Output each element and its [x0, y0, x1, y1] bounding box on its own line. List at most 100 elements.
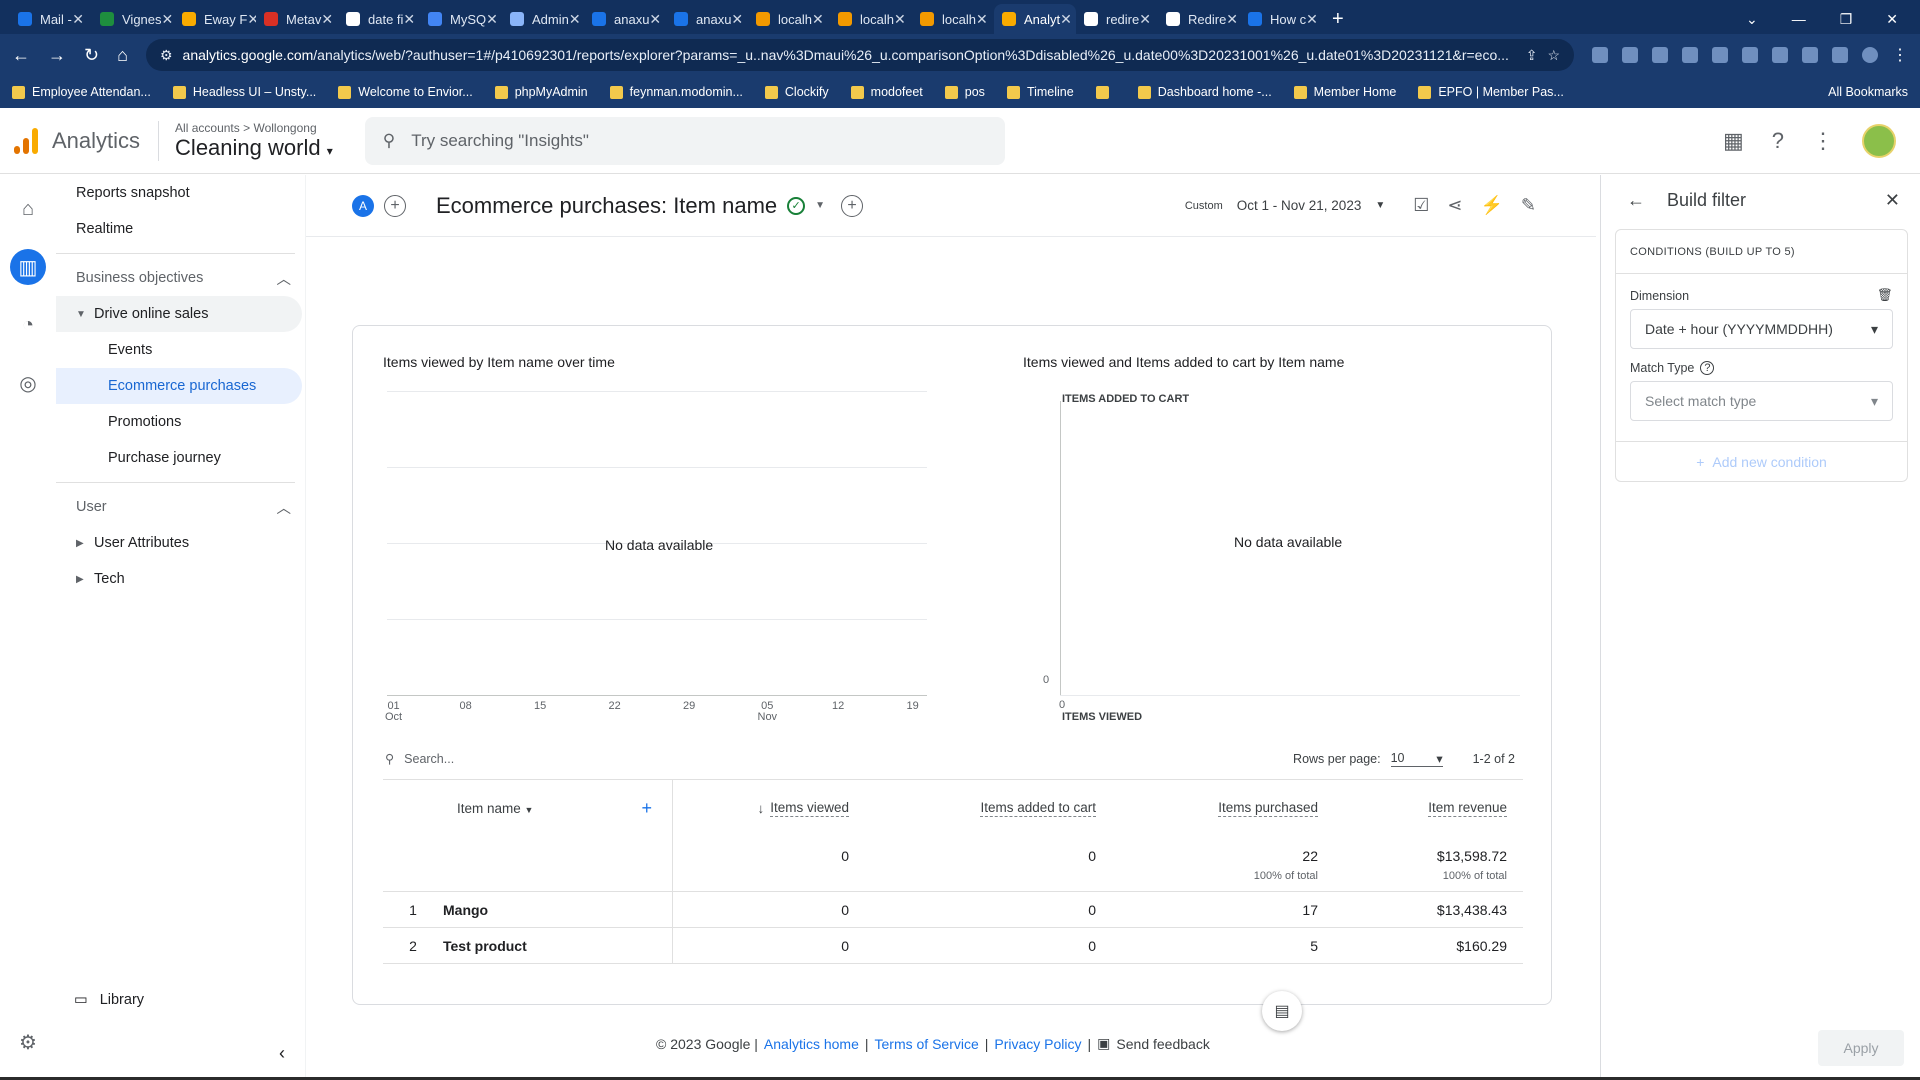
- sidenav-group-tech[interactable]: ▶ Tech: [56, 561, 305, 597]
- browser-tab[interactable]: Metav ✕: [256, 4, 338, 34]
- sidenav-group-drive-online-sales[interactable]: ▼ Drive online sales: [56, 296, 302, 332]
- forward-icon[interactable]: →: [48, 45, 66, 66]
- tab-close-icon[interactable]: ✕: [162, 11, 174, 28]
- extension-icon[interactable]: [1742, 47, 1758, 63]
- home-icon[interactable]: ⌂: [117, 45, 128, 66]
- match-type-select[interactable]: Select match type ▾: [1630, 381, 1893, 421]
- add-dimension-icon[interactable]: +: [641, 798, 652, 819]
- rows-per-page-select[interactable]: 10 ▾: [1390, 751, 1443, 767]
- tab-close-icon[interactable]: ✕: [1306, 11, 1318, 28]
- tab-close-icon[interactable]: ✕: [321, 11, 333, 28]
- dimension-select[interactable]: Date + hour (YYYYMMDDHH) ▾: [1630, 309, 1893, 349]
- extension-icon[interactable]: [1772, 47, 1788, 63]
- extension-icon[interactable]: [1592, 47, 1608, 63]
- library-link[interactable]: ▭ Library: [74, 992, 144, 1008]
- apps-grid-icon[interactable]: ▦: [1723, 128, 1744, 154]
- back-arrow-icon[interactable]: ←: [1627, 190, 1645, 211]
- browser-tab[interactable]: MySQ ✕: [420, 4, 502, 34]
- table-row[interactable]: 1 Mango 0 0 17 $13,438.43: [383, 892, 1523, 928]
- edit-pencil-icon[interactable]: ✎: [1521, 195, 1536, 216]
- reload-icon[interactable]: ↻: [84, 45, 99, 66]
- tab-close-icon[interactable]: ✕: [486, 11, 498, 28]
- bookmark-item[interactable]: [1095, 85, 1116, 99]
- tab-close-icon[interactable]: ✕: [247, 11, 256, 28]
- avatar[interactable]: [1862, 123, 1896, 158]
- extension-icon[interactable]: [1682, 47, 1698, 63]
- browser-tab[interactable]: date fi ✕: [338, 4, 420, 34]
- check-circle-icon[interactable]: ✓: [787, 196, 806, 215]
- bookmark-item[interactable]: Member Home: [1293, 85, 1396, 99]
- customize-icon[interactable]: ☑: [1413, 195, 1429, 216]
- browser-tab[interactable]: localh ✕: [912, 4, 994, 34]
- explore-icon[interactable]: ◔: [10, 307, 46, 343]
- profile-icon[interactable]: [1862, 47, 1878, 63]
- tab-close-icon[interactable]: ✕: [403, 11, 415, 28]
- menu-kebab-icon[interactable]: ⋮: [1892, 45, 1908, 65]
- insights-icon[interactable]: ⚡: [1480, 195, 1502, 216]
- url-field[interactable]: ⚙ analytics.google.com/analytics/web/?au…: [145, 39, 1574, 71]
- sidenav-item-reports-snapshot[interactable]: Reports snapshot: [56, 175, 305, 211]
- tab-close-icon[interactable]: ✕: [72, 11, 84, 28]
- sidenav-item-events[interactable]: Events: [56, 332, 305, 368]
- window-close-icon[interactable]: ✕: [1886, 11, 1898, 28]
- browser-tab[interactable]: localh ✕: [748, 4, 830, 34]
- back-icon[interactable]: ←: [12, 45, 30, 66]
- tab-search-icon[interactable]: ⌄: [1746, 11, 1758, 28]
- sidenav-item-realtime[interactable]: Realtime: [56, 211, 305, 247]
- new-tab-button[interactable]: +: [1332, 4, 1344, 34]
- col-item-name[interactable]: Item name ▼ +: [383, 780, 673, 836]
- caret-down-icon[interactable]: ▼: [815, 200, 825, 211]
- bookmark-item[interactable]: EPFO | Member Pas...: [1418, 85, 1564, 99]
- sidenav-item-purchase-journey[interactable]: Purchase journey: [56, 440, 305, 476]
- add-condition-button[interactable]: + Add new condition: [1616, 441, 1907, 481]
- minimize-icon[interactable]: —: [1792, 11, 1806, 27]
- add-comparison-icon[interactable]: +: [384, 194, 406, 217]
- help-icon[interactable]: ?: [1772, 128, 1784, 154]
- browser-tab[interactable]: How c ✕: [1240, 4, 1322, 34]
- tab-close-icon[interactable]: ✕: [1139, 11, 1151, 28]
- browser-tab[interactable]: anaxu ✕: [666, 4, 748, 34]
- footer-link-terms[interactable]: Terms of Service: [875, 1036, 979, 1052]
- advertising-icon[interactable]: ◎: [10, 365, 46, 401]
- browser-tab[interactable]: Mail - ✕: [10, 4, 92, 34]
- add-filter-icon[interactable]: +: [841, 194, 864, 217]
- sidenav-item-promotions[interactable]: Promotions: [56, 404, 305, 440]
- tab-close-icon[interactable]: ✕: [649, 11, 661, 28]
- bookmark-item[interactable]: feynman.modomin...: [609, 85, 743, 99]
- date-range-picker[interactable]: Custom Oct 1 - Nov 21, 2023 ▼ ☑ ⋖ ⚡ ✎: [1185, 195, 1596, 216]
- extension-icon[interactable]: [1622, 47, 1638, 63]
- table-row[interactable]: 2 Test product 0 0 5 $160.29: [383, 928, 1523, 964]
- tab-close-icon[interactable]: ✕: [569, 11, 581, 28]
- close-icon[interactable]: ✕: [1885, 190, 1900, 211]
- browser-tab[interactable]: Vignes ✕: [92, 4, 174, 34]
- extension-icon[interactable]: [1712, 47, 1728, 63]
- more-vert-icon[interactable]: ⋮: [1812, 128, 1834, 154]
- table-search-input[interactable]: Search...: [404, 752, 454, 766]
- tab-close-icon[interactable]: ✕: [812, 11, 824, 28]
- browser-tab[interactable]: Admin ✕: [502, 4, 584, 34]
- extension-icon[interactable]: [1652, 47, 1668, 63]
- browser-tab[interactable]: redire ✕: [1076, 4, 1158, 34]
- admin-gear-icon[interactable]: ⚙: [10, 1024, 46, 1060]
- bookmark-item[interactable]: Headless UI – Unsty...: [172, 85, 316, 99]
- share-icon[interactable]: ⋖: [1447, 195, 1462, 216]
- insights-search[interactable]: ⚲ Try searching "Insights": [364, 116, 1005, 165]
- site-info-icon[interactable]: ⚙: [160, 47, 173, 64]
- browser-tab[interactable]: Eway F ✕: [174, 4, 256, 34]
- restore-icon[interactable]: ❐: [1840, 11, 1853, 28]
- browser-tab[interactable]: localh ✕: [830, 4, 912, 34]
- tab-close-icon[interactable]: ✕: [894, 11, 906, 28]
- analytics-logo-icon[interactable]: [14, 127, 40, 154]
- tab-close-icon[interactable]: ✕: [976, 11, 988, 28]
- browser-tab[interactable]: Analyt ✕: [994, 4, 1076, 34]
- sidenav-section-business-objectives[interactable]: Business objectives ︿: [56, 260, 305, 296]
- bookmark-item[interactable]: Timeline: [1006, 85, 1074, 99]
- apply-button[interactable]: Apply: [1818, 1030, 1904, 1066]
- footer-link-analytics-home[interactable]: Analytics home: [764, 1036, 859, 1052]
- feedback-fab-icon[interactable]: ▤: [1262, 991, 1302, 1031]
- tab-close-icon[interactable]: ✕: [731, 11, 743, 28]
- reports-icon[interactable]: ▥: [10, 249, 46, 285]
- footer-link-privacy[interactable]: Privacy Policy: [994, 1036, 1081, 1052]
- browser-tab[interactable]: Redire ✕: [1158, 4, 1240, 34]
- account-picker[interactable]: All accounts > Wollongong Cleaning world…: [175, 121, 333, 161]
